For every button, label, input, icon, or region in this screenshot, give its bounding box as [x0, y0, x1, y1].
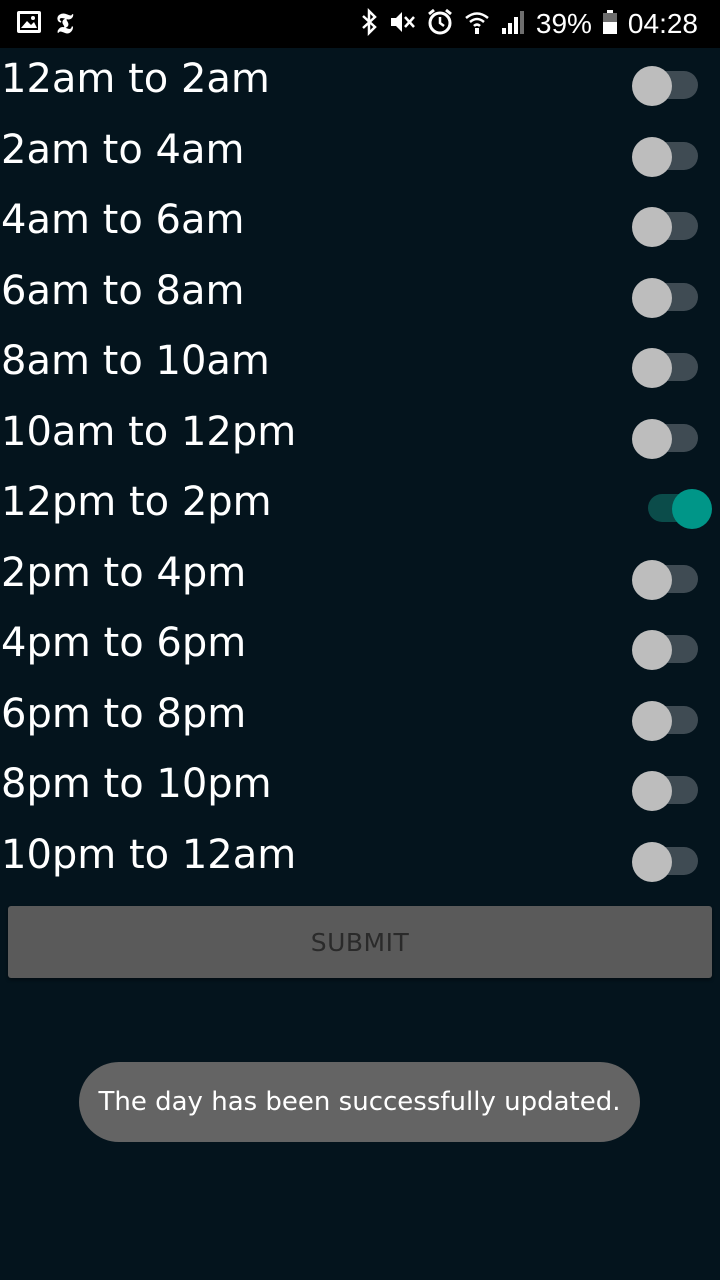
- time-slot-switch[interactable]: [646, 480, 720, 529]
- time-slot-switch[interactable]: [632, 198, 716, 247]
- time-slot-row: 8pm to 10pm: [0, 749, 720, 820]
- time-slot-label: 8am to 10am: [1, 338, 270, 384]
- time-slot-label: 10pm to 12am: [1, 831, 297, 878]
- time-slot-label: 10am to 12pm: [1, 408, 297, 455]
- time-slot-list: 12am to 2am 2am to 4am 4am to 6am 6am to…: [0, 44, 720, 890]
- time-slot-switch[interactable]: [632, 128, 716, 177]
- switch-thumb: [632, 700, 672, 741]
- status-bar: 𝕿 39% 04:28: [0, 0, 720, 48]
- time-slot-label: 6am to 8am: [1, 267, 245, 314]
- time-slot-row: 10pm to 12am: [0, 820, 720, 891]
- time-slot-row: 10am to 12pm: [0, 397, 720, 468]
- time-slot-row: 4am to 6am: [0, 185, 720, 256]
- wifi-icon: [464, 8, 490, 40]
- time-slot-row: 2pm to 4pm: [0, 538, 720, 609]
- time-slot-label: 6pm to 8pm: [1, 690, 247, 737]
- switch-thumb: [632, 841, 672, 882]
- status-bar-right: 39% 04:28: [360, 7, 698, 40]
- bluetooth-icon: [360, 7, 378, 40]
- time-slot-row: 2am to 4am: [0, 115, 720, 186]
- battery-percent: 39%: [535, 8, 592, 39]
- switch-thumb: [632, 348, 672, 388]
- time-slot-switch[interactable]: [632, 269, 716, 318]
- switch-thumb: [632, 630, 672, 670]
- time-slot-switch[interactable]: [632, 621, 716, 670]
- switch-thumb: [632, 277, 672, 318]
- switch-thumb: [632, 207, 672, 247]
- time-slot-label: 4pm to 6pm: [1, 620, 247, 666]
- switch-thumb: [632, 66, 672, 106]
- time-slot-label: 4am to 6am: [1, 197, 245, 243]
- time-slot-label: 12am to 2am: [1, 56, 270, 102]
- time-slot-label: 2am to 4am: [1, 126, 245, 173]
- gallery-icon: [16, 10, 42, 38]
- time-slot-row: 12pm to 2pm: [0, 467, 720, 538]
- time-slot-row: 4pm to 6pm: [0, 608, 720, 679]
- time-slot-row: 12am to 2am: [0, 44, 720, 115]
- time-slot-label: 12pm to 2pm: [1, 479, 272, 525]
- switch-thumb: [672, 489, 712, 529]
- time-slot-switch[interactable]: [632, 692, 716, 741]
- time-slot-switch[interactable]: [632, 833, 716, 882]
- time-slot-row: 6am to 8am: [0, 256, 720, 327]
- switch-thumb: [632, 418, 672, 459]
- battery-icon: [602, 8, 618, 40]
- time-slot-label: 2pm to 4pm: [1, 549, 247, 596]
- time-slot-switch[interactable]: [632, 339, 716, 388]
- time-slot-switch[interactable]: [632, 762, 716, 811]
- time-slot-label: 8pm to 10pm: [1, 761, 272, 807]
- time-slot-switch[interactable]: [632, 410, 716, 459]
- submit-button[interactable]: SUBMIT: [8, 906, 712, 978]
- nyt-icon: 𝕿: [56, 7, 74, 40]
- time-slot-row: 8am to 10am: [0, 326, 720, 397]
- alarm-icon: [426, 8, 454, 40]
- signal-icon: [500, 8, 526, 40]
- time-slot-switch[interactable]: [632, 57, 716, 106]
- mute-icon: [388, 8, 416, 40]
- status-bar-left: 𝕿: [16, 8, 73, 40]
- switch-thumb: [632, 771, 672, 811]
- time-slot-row: 6pm to 8pm: [0, 679, 720, 750]
- switch-thumb: [632, 136, 672, 177]
- toast-message: The day has been successfully updated.: [79, 1062, 640, 1142]
- time-slot-switch[interactable]: [632, 551, 716, 600]
- clock: 04:28: [627, 8, 698, 39]
- switch-thumb: [632, 559, 672, 600]
